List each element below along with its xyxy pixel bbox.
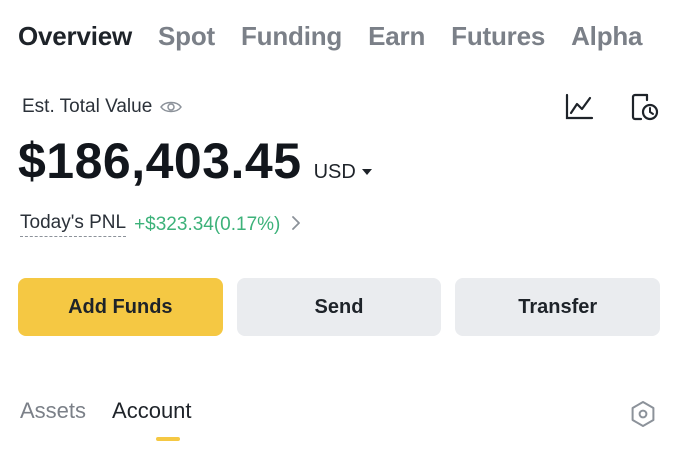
add-funds-button[interactable]: Add Funds (18, 278, 223, 336)
eye-icon[interactable] (160, 100, 183, 114)
tab-funding[interactable]: Funding (241, 21, 342, 52)
tab-account[interactable]: Account (112, 398, 192, 424)
balance-tools (564, 92, 660, 122)
tab-spot[interactable]: Spot (158, 21, 215, 52)
top-tab-bar: Overview Spot Funding Earn Futures Alpha (18, 14, 670, 58)
hexagon-settings-icon[interactable] (630, 400, 656, 428)
balance-amount-row: $186,403.45 USD (18, 132, 372, 190)
currency-selector[interactable]: USD (314, 161, 372, 184)
tab-alpha[interactable]: Alpha (571, 21, 642, 52)
tab-assets[interactable]: Assets (20, 398, 86, 424)
pnl-value: +$323.34(0.17%) (134, 213, 281, 235)
tab-futures[interactable]: Futures (451, 21, 545, 52)
est-total-value-row: Est. Total Value (22, 96, 183, 118)
active-tab-indicator (156, 437, 180, 441)
est-total-value-label: Est. Total Value (22, 96, 153, 117)
total-balance: $186,403.45 (18, 133, 302, 189)
line-chart-icon[interactable] (564, 93, 594, 121)
transfer-button[interactable]: Transfer (455, 278, 661, 336)
asset-tab-bar: Assets Account (20, 398, 192, 424)
pnl-row[interactable]: Today's PNL +$323.34(0.17%) (20, 212, 301, 237)
currency-label: USD (313, 161, 356, 183)
caret-down-icon (361, 169, 372, 176)
send-button[interactable]: Send (236, 278, 442, 336)
pnl-label: Today's PNL (20, 212, 127, 237)
tab-overview[interactable]: Overview (18, 21, 132, 52)
history-icon[interactable] (630, 92, 660, 122)
chevron-right-icon (292, 214, 301, 235)
action-buttons: Add Funds Send Transfer (18, 278, 661, 336)
tab-earn[interactable]: Earn (368, 21, 425, 52)
